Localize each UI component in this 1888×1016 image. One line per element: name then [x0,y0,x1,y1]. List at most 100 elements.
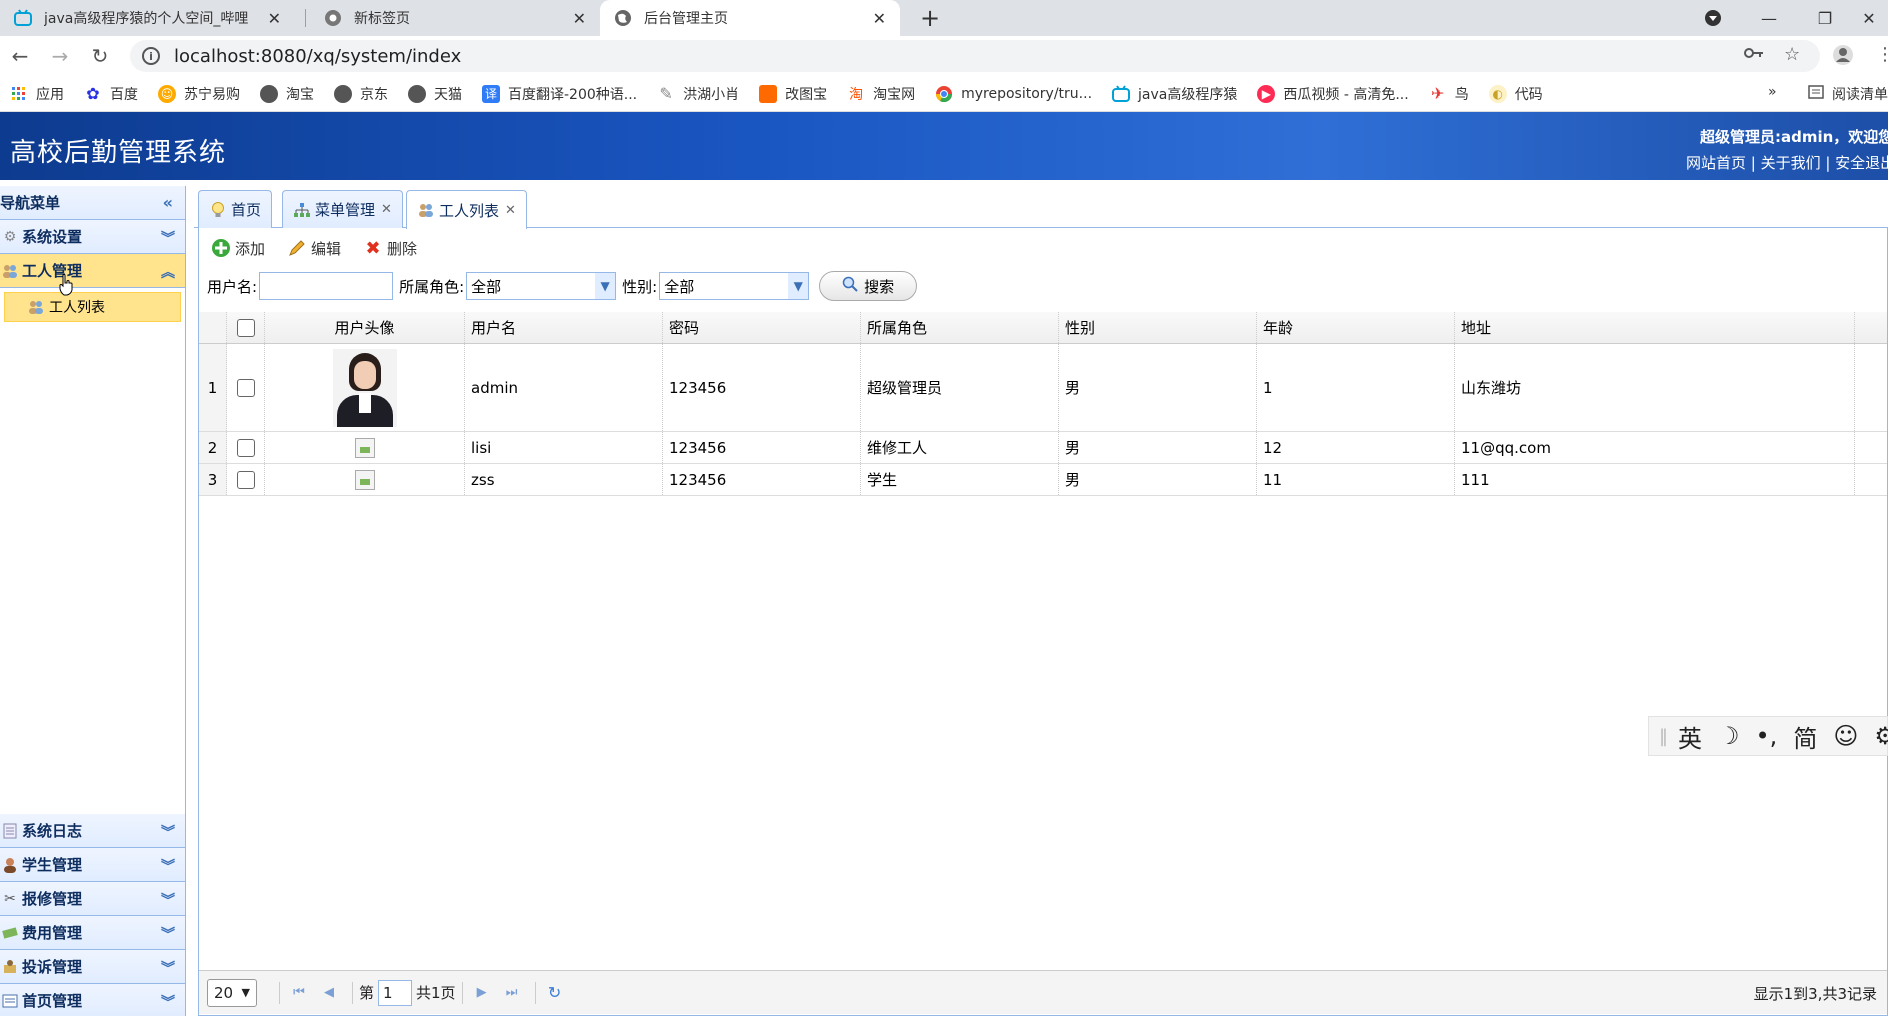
chevron-down-icon[interactable]: ︾ [161,856,175,876]
omnibox[interactable]: i localhost:8080/xq/system/index [130,40,1820,72]
sidebar-item-worker-list[interactable]: 工人列表 [4,292,181,322]
page-number-input[interactable]: 1 [378,979,413,1006]
sidebar-section-repair-management[interactable]: ✂ 报修管理 ︾ [0,882,185,916]
close-icon[interactable]: ✕ [573,9,586,28]
row-checkbox[interactable] [236,438,255,457]
bookmark-bird[interactable]: ✈ 鸟 [1429,84,1469,104]
sidebar-section-student-management[interactable]: 学生管理 ︾ [0,848,185,882]
chevron-down-icon[interactable]: ▼ [788,273,809,299]
column-header-gender[interactable]: 性别 [1059,312,1257,343]
bookmark-apps[interactable]: 应用 [10,84,64,104]
user-greeting: 超级管理员:admin，欢迎您 [1700,128,1888,146]
bookmark-baidu[interactable]: ✿ 百度 [84,84,138,104]
search-button[interactable]: 搜索 [819,271,918,301]
chevron-down-icon[interactable]: ︾ [161,924,175,944]
gender-select[interactable]: 全部 ▼ [659,272,810,300]
info-icon[interactable]: i [142,47,160,65]
username-input[interactable] [259,272,394,300]
column-header-age[interactable]: 年龄 [1257,312,1455,343]
minimize-button[interactable]: — [1744,0,1794,36]
moon-icon[interactable]: ☽ [1718,722,1740,750]
role-select[interactable]: 全部 ▼ [466,272,617,300]
browser-tab-2[interactable]: 新标签页 ✕ [310,0,600,36]
tab-home[interactable]: 首页 [198,190,273,228]
table-row[interactable]: 1 admin 123456 超级管理员 男 1 山东潍坊 [199,344,1887,432]
bookmark-baidu-translate[interactable]: 译 百度翻译-200种语... [482,84,637,104]
back-button[interactable]: ← [6,42,34,70]
reload-button[interactable]: ↻ [86,42,114,70]
bookmark-java[interactable]: java高级程序猿 [1112,84,1237,104]
url-text[interactable]: localhost:8080/xq/system/index [174,46,461,67]
bookmark-honghu[interactable]: ✎ 洪湖小肖 [657,84,739,104]
header-links[interactable]: 网站首页 | 关于我们 | 安全退出 [1686,152,1888,173]
close-icon[interactable]: ✕ [381,202,392,217]
next-page-icon[interactable]: ▶ [469,980,495,1006]
close-icon[interactable]: ✕ [268,9,281,28]
bookmark-tmall[interactable]: 天猫 [408,84,462,104]
window-close-button[interactable]: ✕ [1850,0,1888,36]
chevron-down-icon[interactable]: ︾ [161,822,175,842]
chevron-down-icon[interactable]: ▼ [595,273,616,299]
first-page-icon[interactable]: ⏮ [286,980,312,1006]
sidebar-section-complaint-management[interactable]: 投诉管理 ︾ [0,950,185,984]
chevron-up-icon[interactable]: ︽ [161,262,175,282]
sidebar-section-system-settings[interactable]: ⚙ 系统设置 ︾ [0,220,185,254]
table-row[interactable]: 3 zss 123456 学生 男 11 111 [199,464,1887,496]
chevron-down-icon[interactable]: ︾ [161,958,175,978]
ime-simplified-toggle[interactable]: 简 [1793,719,1817,754]
chevron-down-icon[interactable]: ︾ [161,890,175,910]
bookmarks-more-button[interactable]: » [1768,84,1777,100]
gear-icon[interactable]: ⚙ [1874,722,1888,750]
browser-tab-3[interactable]: 后台管理主页 ✕ [600,0,900,36]
close-icon[interactable]: ✕ [505,203,516,218]
bookmark-code[interactable]: ◐ 代码 [1488,84,1543,104]
new-tab-button[interactable]: + [915,0,945,36]
edit-button[interactable]: 编辑 [287,238,341,259]
column-header-password[interactable]: 密码 [663,312,861,343]
key-icon[interactable] [1744,44,1764,65]
ime-language-toggle[interactable]: 英 [1678,719,1702,754]
bookmark-suning[interactable]: ☺ 苏宁易购 [158,84,240,104]
ime-drag-handle[interactable]: ‖ [1659,726,1668,747]
bookmark-taobaowang[interactable]: 淘 淘宝网 [847,84,915,104]
profile-dropdown-icon[interactable] [1688,0,1738,36]
column-header-role[interactable]: 所属角色 [861,312,1059,343]
add-button[interactable]: 添加 [211,238,265,259]
prev-page-icon[interactable]: ◀ [316,980,342,1006]
row-checkbox[interactable] [236,378,255,397]
sidebar-section-system-log[interactable]: 系统日志 ︾ [0,814,185,848]
page-size-select[interactable]: 20 ▼ [207,978,257,1007]
sidebar-section-fee-management[interactable]: 费用管理 ︾ [0,916,185,950]
row-checkbox[interactable] [236,470,255,489]
bookmark-jd[interactable]: 京东 [334,84,388,104]
column-header-avatar[interactable]: 用户头像 [265,312,465,343]
bookmark-gaitubao[interactable]: 改图宝 [759,84,827,104]
column-header-username[interactable]: 用户名 [465,312,663,343]
punctuation-icon[interactable]: •, [1756,722,1778,750]
bookmark-myrepository[interactable]: myrepository/tru... [935,85,1092,103]
bookmark-taobao[interactable]: 淘宝 [260,84,314,104]
sidebar-section-home-management[interactable]: 首页管理 ︾ [0,984,185,1016]
sidebar-section-worker-management[interactable]: 工人管理 ︽ [0,254,185,288]
reading-list-button[interactable]: 阅读清单 [1808,84,1888,104]
collapse-sidebar-icon[interactable]: « [163,193,173,212]
emoji-icon[interactable]: ☺ [1833,722,1858,750]
profile-avatar-icon[interactable] [1832,44,1854,71]
browser-tab-1[interactable]: java高级程序猿的个人空间_哔哩 ✕ [0,0,295,36]
close-icon[interactable]: ✕ [873,9,886,28]
chevron-down-icon[interactable]: ︾ [161,992,175,1012]
column-header-address[interactable]: 地址 [1455,312,1855,343]
tab-menu-management[interactable]: 菜单管理 ✕ [282,190,403,228]
forward-button[interactable]: → [46,42,74,70]
table-row[interactable]: 2 lisi 123456 维修工人 男 12 11@qq.com [199,432,1887,464]
star-icon[interactable]: ☆ [1784,44,1800,65]
select-all-checkbox[interactable] [236,318,255,337]
chevron-down-icon[interactable]: ︾ [161,228,175,248]
refresh-icon[interactable]: ↻ [542,980,568,1006]
bookmark-xigua[interactable]: ▶ 西瓜视频 - 高清免... [1257,84,1409,104]
menu-kebab-icon[interactable]: ⋮ [1876,44,1888,65]
last-page-icon[interactable]: ⏭ [499,980,525,1006]
restore-button[interactable]: ❐ [1800,0,1850,36]
tab-worker-list[interactable]: 工人列表 ✕ [406,190,527,229]
delete-button[interactable]: ✖ 删除 [363,238,417,259]
